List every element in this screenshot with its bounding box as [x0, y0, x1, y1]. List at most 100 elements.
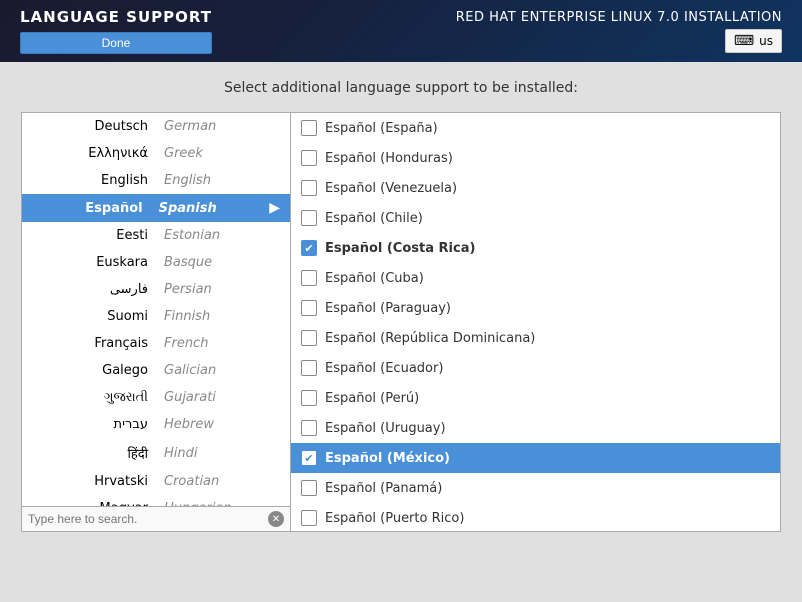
- locale-list-container: Español (España) Español (Honduras) Españo…: [291, 112, 781, 532]
- locale-checkbox[interactable]: [301, 330, 317, 346]
- language-item[interactable]: FrançaisFrench: [22, 330, 290, 357]
- locale-label: Español (Costa Rica): [325, 241, 475, 256]
- language-item[interactable]: HrvatskiCroatian: [22, 468, 290, 495]
- language-list: DeutschGermanΕλληνικάGreekEnglishEnglish…: [22, 113, 290, 506]
- language-item[interactable]: SuomiFinnish: [22, 303, 290, 330]
- language-english-name: Hebrew: [156, 417, 280, 432]
- language-item[interactable]: DeutschGerman: [22, 113, 290, 140]
- locale-label: Español (Uruguay): [325, 421, 446, 436]
- locale-label: Español (Ecuador): [325, 361, 443, 376]
- done-button[interactable]: Done: [20, 32, 212, 54]
- locale-item[interactable]: Español (Uruguay): [291, 413, 780, 443]
- locale-item[interactable]: Español (Honduras): [291, 143, 780, 173]
- language-native-name: Français: [32, 336, 156, 351]
- locale-item[interactable]: Español (Panamá): [291, 473, 780, 503]
- locale-checkbox[interactable]: [301, 150, 317, 166]
- header: LANGUAGE SUPPORT Done RED HAT ENTERPRISE…: [0, 0, 802, 62]
- locale-item[interactable]: Español (Cuba): [291, 263, 780, 293]
- keyboard-widget[interactable]: ⌨ us: [725, 29, 782, 53]
- language-native-name: Español: [32, 201, 151, 216]
- locale-label: Español (Chile): [325, 211, 423, 226]
- locale-checkbox[interactable]: [301, 300, 317, 316]
- language-item[interactable]: فارسیPersian: [22, 276, 290, 303]
- language-item[interactable]: EspañolSpanish▶: [22, 194, 290, 222]
- language-native-name: Ελληνικά: [32, 146, 156, 161]
- search-input[interactable]: [28, 512, 268, 526]
- language-english-name: Spanish: [151, 201, 270, 216]
- language-native-name: ગુજરાતી: [32, 390, 156, 405]
- header-left: LANGUAGE SUPPORT Done: [20, 8, 212, 54]
- language-english-name: Greek: [156, 146, 280, 161]
- rhel-title: RED HAT ENTERPRISE LINUX 7.0 INSTALLATIO…: [456, 10, 782, 25]
- locale-item[interactable]: Español (República Dominicana): [291, 323, 780, 353]
- language-english-name: English: [156, 173, 280, 188]
- locale-label: Español (Paraguay): [325, 301, 451, 316]
- locale-checkbox[interactable]: [301, 360, 317, 376]
- locale-item[interactable]: Español (Chile): [291, 203, 780, 233]
- locale-checkbox[interactable]: ✔: [301, 450, 317, 466]
- locale-label: Español (España): [325, 121, 438, 136]
- language-item[interactable]: EuskaraBasque: [22, 249, 290, 276]
- locale-item[interactable]: Español (Venezuela): [291, 173, 780, 203]
- locale-checkbox[interactable]: [301, 180, 317, 196]
- language-item[interactable]: EnglishEnglish: [22, 167, 290, 194]
- language-english-name: German: [156, 119, 280, 134]
- locale-item[interactable]: Español (Puerto Rico): [291, 503, 780, 532]
- language-item[interactable]: MagyarHungarian: [22, 495, 290, 506]
- language-item[interactable]: ગુજરાતીGujarati: [22, 384, 290, 411]
- locale-label: Español (Honduras): [325, 151, 453, 166]
- keyboard-icon: ⌨: [734, 33, 754, 49]
- language-native-name: עברית: [32, 417, 156, 432]
- language-item[interactable]: GalegoGalician: [22, 357, 290, 384]
- language-native-name: English: [32, 173, 156, 188]
- language-item[interactable]: ΕλληνικάGreek: [22, 140, 290, 167]
- language-english-name: Finnish: [156, 309, 280, 324]
- locale-item[interactable]: ✔ Español (Costa Rica): [291, 233, 780, 263]
- language-native-name: Galego: [32, 363, 156, 378]
- locale-item[interactable]: Español (Paraguay): [291, 293, 780, 323]
- language-native-name: हिंदी: [32, 444, 156, 462]
- locale-label: Español (Venezuela): [325, 181, 457, 196]
- locale-item[interactable]: Español (Perú): [291, 383, 780, 413]
- language-arrow-icon: ▶: [269, 200, 280, 216]
- language-english-name: Persian: [156, 282, 280, 297]
- search-clear-button[interactable]: ✕: [268, 511, 284, 527]
- locale-checkbox[interactable]: [301, 210, 317, 226]
- locale-item[interactable]: Español (Ecuador): [291, 353, 780, 383]
- language-english-name: Galician: [156, 363, 280, 378]
- language-item[interactable]: EestiEstonian: [22, 222, 290, 249]
- content-area: Select additional language support to be…: [0, 62, 802, 542]
- language-item[interactable]: हिंदीHindi: [22, 438, 290, 468]
- language-english-name: Estonian: [156, 228, 280, 243]
- locale-checkbox[interactable]: [301, 390, 317, 406]
- locale-label: Español (Puerto Rico): [325, 511, 464, 526]
- locale-checkbox[interactable]: [301, 270, 317, 286]
- locale-label: Español (Perú): [325, 391, 419, 406]
- locale-item[interactable]: Español (España): [291, 113, 780, 143]
- locale-label: Español (República Dominicana): [325, 331, 535, 346]
- search-box[interactable]: ✕: [22, 506, 290, 531]
- locale-checkbox[interactable]: ✔: [301, 240, 317, 256]
- locale-checkbox[interactable]: [301, 420, 317, 436]
- language-english-name: Croatian: [156, 474, 280, 489]
- language-english-name: Gujarati: [156, 390, 280, 405]
- language-english-name: French: [156, 336, 280, 351]
- language-native-name: فارسی: [32, 282, 156, 297]
- header-right: RED HAT ENTERPRISE LINUX 7.0 INSTALLATIO…: [456, 10, 782, 53]
- language-native-name: Deutsch: [32, 119, 156, 134]
- locale-item[interactable]: ✔ Español (México): [291, 443, 780, 473]
- main-panel: DeutschGermanΕλληνικάGreekEnglishEnglish…: [21, 112, 781, 532]
- language-list-container: DeutschGermanΕλληνικάGreekEnglishEnglish…: [21, 112, 291, 532]
- subtitle: Select additional language support to be…: [224, 80, 578, 96]
- locale-checkbox[interactable]: [301, 120, 317, 136]
- locale-label: Español (México): [325, 451, 450, 466]
- language-native-name: Euskara: [32, 255, 156, 270]
- language-native-name: Hrvatski: [32, 474, 156, 489]
- keyboard-layout: us: [759, 34, 773, 48]
- locale-checkbox[interactable]: [301, 510, 317, 526]
- language-native-name: Suomi: [32, 309, 156, 324]
- language-item[interactable]: עבריתHebrew: [22, 411, 290, 438]
- language-native-name: Eesti: [32, 228, 156, 243]
- locale-checkbox[interactable]: [301, 480, 317, 496]
- language-english-name: Basque: [156, 255, 280, 270]
